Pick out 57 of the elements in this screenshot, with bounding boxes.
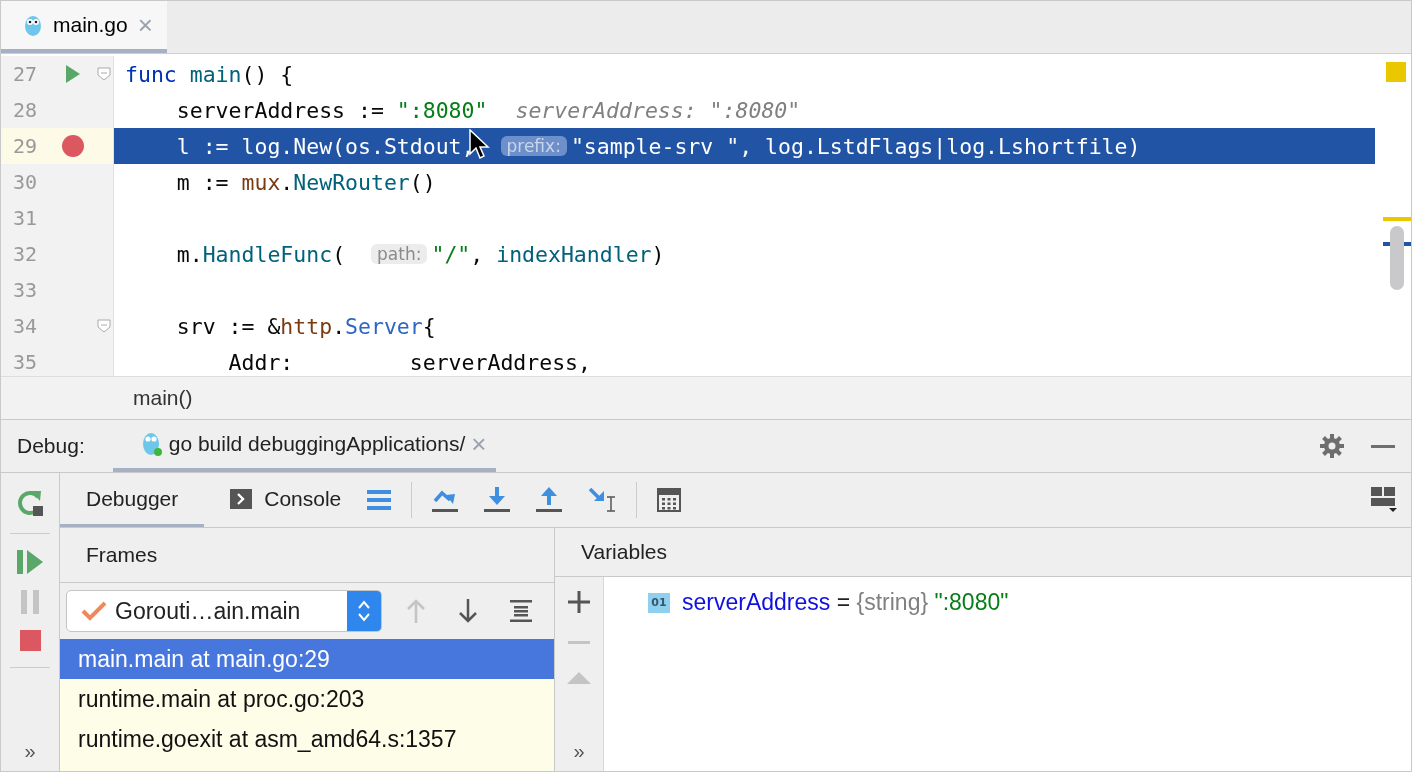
line-number: 34 — [12, 314, 39, 338]
code-line: Addr: serverAddress, — [227, 348, 592, 376]
frame-row[interactable]: runtime.main at proc.go:203 — [60, 679, 554, 719]
gopher-icon — [23, 13, 43, 37]
console-icon — [230, 488, 253, 509]
run-icon[interactable] — [65, 65, 81, 83]
code-line: serverAddress := ":8080" serverAddress: ":8080" — [175, 96, 802, 125]
calculator-icon[interactable] — [657, 488, 682, 512]
debug-label: Debug: — [17, 434, 85, 458]
menu-icon[interactable] — [367, 490, 392, 510]
panel-title: Frames — [86, 543, 158, 567]
line-number: 28 — [12, 98, 39, 122]
scrollbar-thumb[interactable] — [1390, 226, 1404, 290]
settings-icon[interactable] — [1319, 433, 1345, 459]
step-into-icon[interactable] — [484, 487, 511, 513]
code-line: m.HandleFunc( path: "/", indexHandler) — [175, 240, 666, 269]
debug-tab[interactable]: Console — [204, 473, 368, 527]
check-icon — [81, 600, 107, 622]
fold-icon[interactable] — [97, 319, 111, 333]
variable-icon: 01 — [648, 592, 670, 613]
session-tab[interactable]: go build debuggingApplications/ × — [112, 420, 497, 472]
run-to-cursor-icon[interactable] — [588, 487, 617, 513]
goroutine-dropdown[interactable]: Gorouti…ain.main — [66, 590, 382, 632]
line-number: 32 — [12, 242, 39, 266]
step-out-icon[interactable] — [536, 487, 563, 513]
stepper-icon — [357, 599, 371, 623]
fold-icon[interactable] — [97, 67, 111, 81]
warning-marker[interactable] — [1386, 62, 1406, 82]
arrow-down-icon[interactable] — [458, 599, 478, 623]
resume-icon[interactable] — [17, 550, 43, 574]
breadcrumb[interactable]: main() — [133, 386, 193, 410]
gopher-icon — [140, 431, 163, 457]
line-number: 35 — [12, 350, 39, 374]
stop-icon[interactable] — [19, 630, 41, 651]
line-number: 29 — [12, 134, 39, 158]
breakpoint-icon[interactable] — [62, 135, 84, 157]
variable-entry[interactable]: serverAddress = {string} ":8080" — [682, 589, 1009, 616]
line-number: 31 — [12, 206, 39, 230]
line-number: 30 — [12, 170, 39, 194]
code-line: func main() { — [124, 60, 295, 89]
code-line: m := mux.NewRouter() — [175, 168, 437, 197]
minimize-icon[interactable] — [1371, 444, 1395, 448]
layout-icon[interactable] — [1371, 487, 1397, 513]
debug-tab[interactable]: Debugger — [60, 473, 205, 527]
file-tab[interactable]: main.go × — [1, 1, 167, 53]
frame-row[interactable]: runtime.goexit at asm_amd64.s:1357 — [60, 719, 554, 759]
filter-icon[interactable] — [510, 600, 532, 622]
stripe-marker — [1383, 217, 1411, 221]
more-button[interactable]: » — [24, 740, 36, 763]
code-line: srv := &http.Server{ — [175, 312, 437, 341]
line-number: 27 — [12, 62, 39, 86]
line-number: 33 — [12, 278, 39, 302]
panel-title: Variables — [581, 540, 667, 564]
frame-row[interactable]: main.main at main.go:29 — [60, 639, 554, 679]
mouse-pointer-icon — [469, 129, 491, 161]
more-button[interactable]: » — [573, 740, 585, 763]
add-icon[interactable] — [568, 591, 590, 613]
